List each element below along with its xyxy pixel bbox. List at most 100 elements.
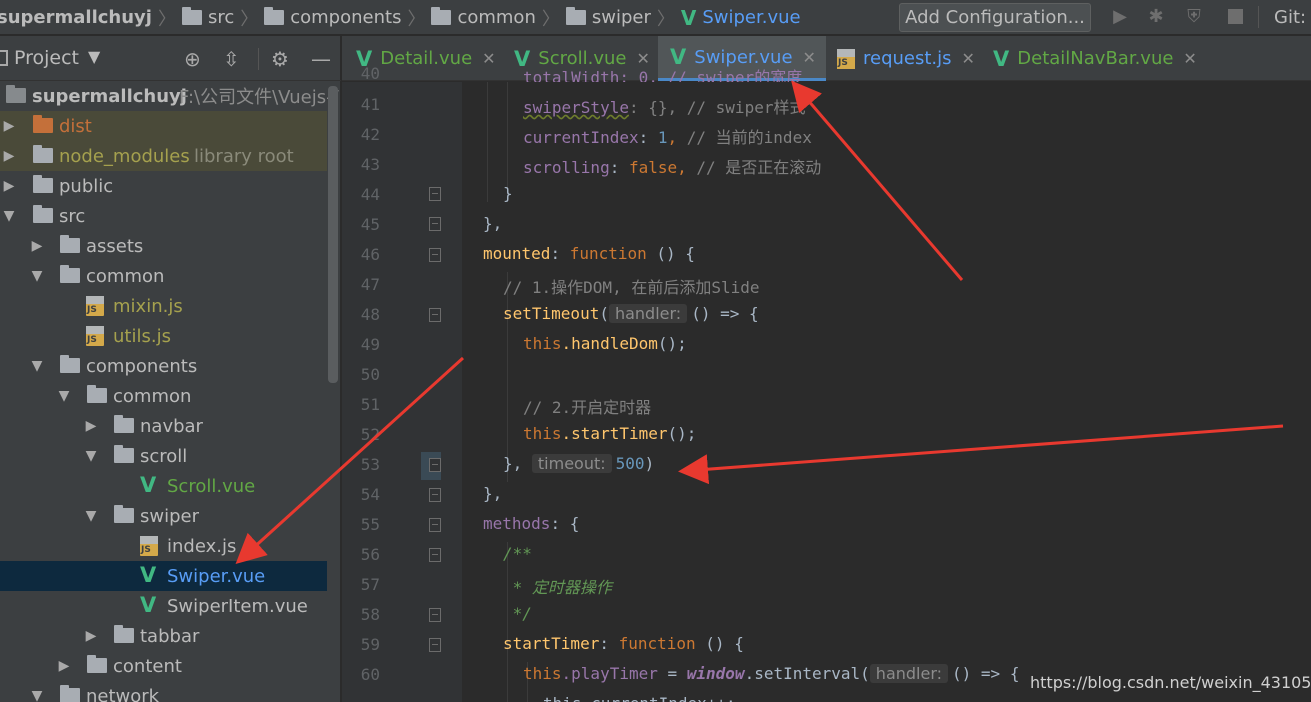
chevron-right-icon[interactable]: ▶: [84, 628, 98, 644]
chevron-right-icon[interactable]: ▶: [2, 178, 16, 194]
tree-item-network[interactable]: ▼ network: [0, 681, 327, 702]
breadcrumb-file[interactable]: V Swiper.vue: [679, 6, 803, 30]
line-number: 47: [360, 275, 380, 294]
tree-item-components[interactable]: ▼ components: [0, 351, 327, 381]
locate-file-icon[interactable]: ⊕: [184, 47, 201, 71]
tree-item-root[interactable]: supermallchuyj F:\公司文件\Vuejs-/: [0, 81, 339, 111]
close-icon[interactable]: ✕: [1183, 49, 1196, 68]
run-icon[interactable]: ▶: [1110, 7, 1130, 27]
project-scrollbar[interactable]: [328, 86, 338, 383]
fold-marker-icon[interactable]: [429, 548, 441, 562]
close-icon[interactable]: ✕: [482, 49, 495, 68]
chevron-down-icon[interactable]: ▼: [30, 268, 44, 284]
code-line-47: // 1.操作DOM, 在前后添加Slide: [503, 274, 760, 298]
chevron-down-icon[interactable]: ▼: [84, 448, 98, 464]
tree-item-assets[interactable]: ▶ assets: [0, 231, 327, 261]
code-line-49: this.handleDom();: [523, 334, 687, 353]
tree-item-swiper[interactable]: ▼ swiper: [0, 501, 327, 531]
code-text: totalWidth: 0, // swiper的宽度: [523, 68, 803, 82]
debug-icon[interactable]: ✱: [1146, 7, 1166, 27]
tree-item-label: utils.js: [113, 325, 171, 347]
fold-marker-icon[interactable]: [429, 638, 441, 652]
tree-item-scroll[interactable]: ▼ scroll: [0, 441, 327, 471]
code-function: .setInterval(: [744, 664, 870, 683]
tree-item-tabbar[interactable]: ▶ tabbar: [0, 621, 327, 651]
folder-icon: [60, 685, 80, 702]
fold-marker-icon[interactable]: [429, 217, 441, 231]
tab-request-js[interactable]: request.js ✕: [837, 36, 975, 81]
tree-item-swiper-vue[interactable]: V Swiper.vue: [0, 561, 327, 591]
breadcrumb-src[interactable]: src: [180, 7, 236, 28]
chevron-down-icon[interactable]: ▼: [84, 508, 98, 524]
tab-label: request.js: [863, 48, 952, 69]
folder-icon: [60, 355, 80, 373]
close-icon[interactable]: ✕: [962, 49, 975, 68]
tree-item-scroll-vue[interactable]: V Scroll.vue: [0, 471, 327, 501]
code-line-55: methods: {: [483, 514, 579, 533]
tab-detailnavbar-vue[interactable]: V DetailNavBar.vue ✕: [993, 36, 1197, 81]
chevron-right-icon[interactable]: ▶: [2, 118, 16, 134]
project-panel-header: Project ▼ ⊕ ⇳ ⚙ —: [0, 36, 341, 81]
tree-item-label: tabbar: [140, 625, 200, 647]
chevron-right-icon[interactable]: ▶: [57, 658, 71, 674]
fold-marker-icon[interactable]: [429, 458, 441, 472]
chevron-down-icon[interactable]: ▼: [2, 208, 16, 224]
tree-item-dist[interactable]: ▶ dist: [0, 111, 327, 141]
tree-item-components-common[interactable]: ▼ common: [0, 381, 327, 411]
add-configuration-button[interactable]: Add Configuration...: [899, 3, 1091, 32]
folder-icon: [114, 415, 134, 433]
collapse-all-icon[interactable]: ⇳: [223, 47, 240, 71]
fold-marker-icon[interactable]: [429, 187, 441, 201]
chevron-down-icon[interactable]: ▼: [30, 688, 44, 702]
chevron-right-icon[interactable]: ▶: [30, 238, 44, 254]
tree-item-navbar[interactable]: ▶ navbar: [0, 411, 327, 441]
tree-item-label: mixin.js: [113, 295, 183, 317]
chevron-right-icon[interactable]: ▶: [84, 418, 98, 434]
chevron-down-icon[interactable]: ▼: [57, 388, 71, 404]
gear-icon[interactable]: ⚙: [271, 47, 289, 71]
stop-icon[interactable]: [1228, 9, 1243, 24]
tree-item-mixin-js[interactable]: mixin.js: [0, 291, 327, 321]
breadcrumb-common[interactable]: common: [429, 7, 537, 28]
breadcrumb-project[interactable]: supermallchuyj: [0, 7, 154, 28]
breadcrumb-components[interactable]: components: [262, 7, 403, 28]
code-text: ): [644, 454, 655, 473]
code-keyword: this: [523, 334, 562, 353]
fold-marker-icon[interactable]: [429, 518, 441, 532]
breadcrumb-separator: 〉: [656, 8, 675, 30]
code-text: () {: [646, 244, 695, 263]
chevron-right-icon[interactable]: ▶: [2, 148, 16, 164]
tree-item-src[interactable]: ▼ src: [0, 201, 327, 231]
folder-icon: [114, 445, 134, 463]
tree-item-utils-js[interactable]: utils.js: [0, 321, 327, 351]
code-function: startTimer: [503, 634, 600, 653]
js-file-icon: [86, 296, 104, 316]
fold-marker-icon[interactable]: [429, 608, 441, 622]
tree-item-content[interactable]: ▶ content: [0, 651, 327, 681]
breadcrumb-separator: 〉: [407, 8, 426, 30]
tree-item-common[interactable]: ▼ common: [0, 261, 327, 291]
breadcrumb-swiper[interactable]: swiper: [564, 7, 653, 28]
hide-panel-icon[interactable]: —: [311, 47, 331, 71]
tab-label: DetailNavBar.vue: [1017, 48, 1174, 69]
tree-item-public[interactable]: ▶ public: [0, 171, 327, 201]
folder-icon: [33, 205, 53, 223]
tree-item-label: swiper: [140, 505, 200, 527]
fold-marker-icon[interactable]: [429, 488, 441, 502]
coverage-icon[interactable]: ⛨: [1184, 7, 1204, 27]
fold-marker-icon[interactable]: [429, 248, 441, 262]
fold-marker-icon[interactable]: [429, 308, 441, 322]
git-label[interactable]: Git:: [1274, 7, 1306, 28]
editor-tabs: V Detail.vue ✕ V Scroll.vue ✕ V Swiper.v…: [342, 36, 1311, 81]
chevron-down-icon[interactable]: ▼: [88, 47, 100, 66]
line-number: 54: [360, 485, 380, 504]
code-line-53: }, timeout: 500): [503, 454, 654, 473]
chevron-down-icon[interactable]: ▼: [30, 358, 44, 374]
folder-icon: [33, 145, 53, 163]
close-icon[interactable]: ✕: [803, 48, 816, 67]
tree-item-node-modules[interactable]: ▶ node_modules library root: [0, 141, 327, 171]
tree-item-swiperitem-vue[interactable]: V SwiperItem.vue: [0, 591, 327, 621]
project-view-selector[interactable]: Project: [14, 47, 79, 69]
code-function: setTimeout: [503, 304, 600, 323]
tree-item-index-js[interactable]: index.js: [0, 531, 327, 561]
